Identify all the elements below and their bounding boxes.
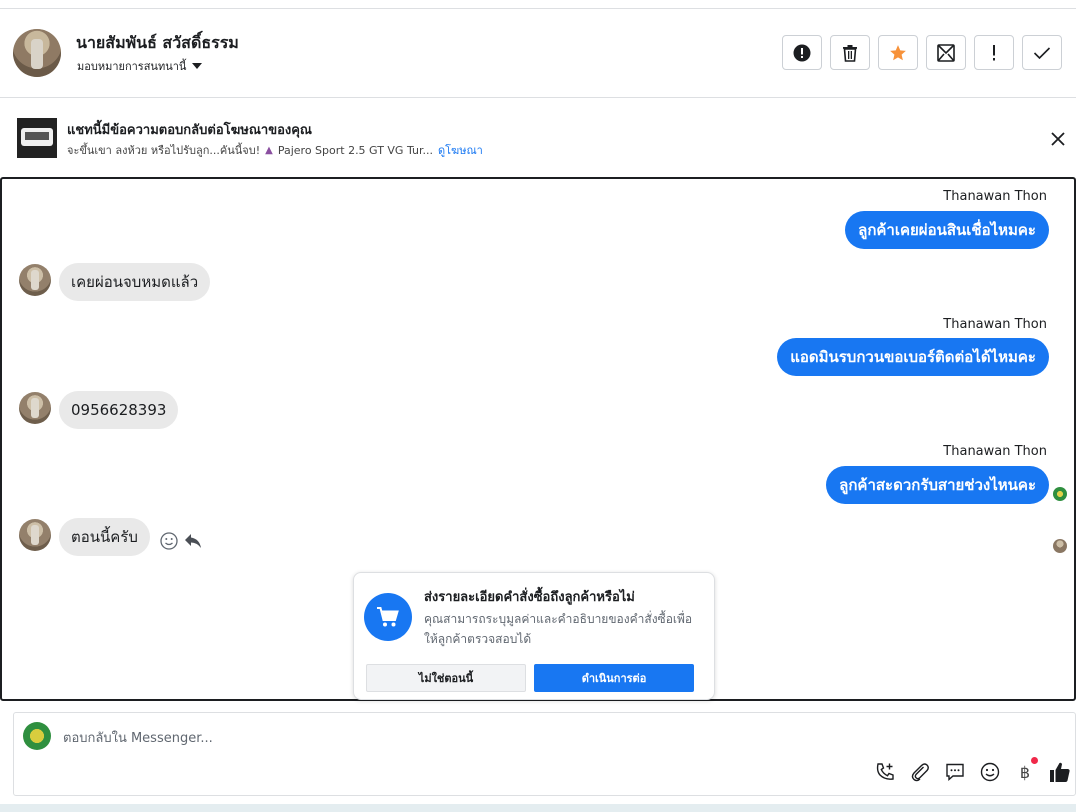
conversation-header: นายสัมพันธ์ สวัสดิ์ธรรม มอบหมายการสนทนาน… xyxy=(0,9,1076,98)
notification-dot xyxy=(1031,757,1038,764)
message-composer: ตอบกลับใน Messenger... ฿ xyxy=(13,712,1076,796)
phone-plus-icon xyxy=(876,763,894,780)
exclamation-icon xyxy=(993,44,995,60)
page-avatar xyxy=(23,722,51,750)
contact-avatar-small xyxy=(19,519,51,551)
paperclip-icon xyxy=(911,763,929,782)
outgoing-message[interactable]: ลูกค้าเคยผ่อนสินเชื่อไหมคะ xyxy=(845,211,1049,249)
contact-avatar[interactable] xyxy=(13,29,61,77)
outgoing-message[interactable]: แอดมินรบกวนขอเบอร์ติดต่อได้ไหมคะ xyxy=(777,338,1049,376)
mark-unread-icon xyxy=(937,43,955,62)
ad-thumbnail[interactable] xyxy=(17,118,57,158)
incoming-message[interactable]: เคยผ่อนจบหมดแล้ว xyxy=(59,263,211,301)
star-button[interactable] xyxy=(878,35,918,70)
report-icon xyxy=(793,44,811,61)
mark-important-button[interactable] xyxy=(974,35,1014,70)
outgoing-message[interactable]: ลูกค้าสะดวกรับสายช่วงไหนคะ xyxy=(826,466,1049,504)
ad-caption: จะขึ้นเขา ลงห้วย หรือไปรับลูก...คันนี้จบ… xyxy=(67,144,261,157)
cart-icon xyxy=(364,593,412,641)
star-icon xyxy=(890,44,906,60)
message-sender-name: Thanawan Thon xyxy=(943,189,1047,204)
reply-input[interactable]: ตอบกลับใน Messenger... xyxy=(63,727,213,748)
message-hover-actions xyxy=(160,532,202,550)
seen-by-contact-avatar xyxy=(1053,539,1067,553)
emoji-icon xyxy=(980,762,1000,782)
saved-replies-icon xyxy=(946,763,964,782)
order-prompt-description: คุณสามารถระบุมูลค่าและคำอธิบายของคำสั่งซ… xyxy=(424,612,693,646)
reply-icon[interactable] xyxy=(184,533,202,549)
ad-banner-title: แชทนี้มีข้อความตอบกลับต่อโฆษณาของคุณ xyxy=(67,123,312,138)
ad-car-model: Pajero Sport 2.5 GT VG Tur... xyxy=(277,143,433,157)
thumbs-up-icon xyxy=(1050,762,1070,782)
mark-unread-button[interactable] xyxy=(926,35,966,70)
report-button[interactable] xyxy=(782,35,822,70)
continue-button[interactable]: ดำเนินการต่อ xyxy=(534,664,694,692)
ad-reply-banner: แชทนี้มีข้อความตอบกลับต่อโฆษณาของคุณ จะข… xyxy=(0,98,1076,178)
baht-payment-icon: ฿ xyxy=(1019,762,1031,782)
not-now-button[interactable]: ไม่ใช่ตอนนี้ xyxy=(366,664,526,692)
checkmark-icon xyxy=(1033,46,1051,59)
car-icon: ▲ xyxy=(265,144,273,156)
message-sender-name: Thanawan Thon xyxy=(943,317,1047,332)
send-order-prompt: ส่งรายละเอียดคำสั่งซื้อถึงลูกค้าหรือไม่ … xyxy=(353,572,715,700)
order-prompt-title: ส่งรายละเอียดคำสั่งซื้อถึงลูกค้าหรือไม่ xyxy=(424,590,635,605)
contact-avatar-small xyxy=(19,264,51,296)
delete-button[interactable] xyxy=(830,35,870,70)
payment-button[interactable]: ฿ xyxy=(1014,757,1038,783)
react-emoji-icon[interactable] xyxy=(160,532,178,550)
mark-done-button[interactable] xyxy=(1022,35,1062,70)
view-ad-link[interactable]: ดูโฆษณา xyxy=(438,141,483,159)
emoji-button[interactable] xyxy=(979,761,1001,783)
attach-button[interactable] xyxy=(909,761,931,783)
like-button[interactable] xyxy=(1049,761,1071,783)
incoming-message[interactable]: 0956628393 xyxy=(59,391,179,429)
saved-replies-button[interactable] xyxy=(944,761,966,783)
conversation-actions xyxy=(782,35,1062,70)
contact-avatar-small xyxy=(19,392,51,424)
call-button[interactable] xyxy=(874,761,896,783)
assign-conversation-dropdown[interactable]: มอบหมายการสนทนานี้ xyxy=(77,57,203,75)
message-sender-name: Thanawan Thon xyxy=(943,444,1047,459)
composer-toolbar: ฿ xyxy=(874,757,1071,783)
bottom-strip xyxy=(0,804,1076,812)
caret-down-icon xyxy=(192,63,203,69)
trash-icon xyxy=(843,44,857,62)
seen-by-page-avatar xyxy=(1053,487,1067,501)
close-icon[interactable] xyxy=(1049,130,1067,148)
ad-banner-subtitle: จะขึ้นเขา ลงห้วย หรือไปรับลูก...คันนี้จบ… xyxy=(67,141,483,159)
incoming-message[interactable]: ตอนนี้ครับ xyxy=(59,518,150,556)
contact-name[interactable]: นายสัมพันธ์ สวัสดิ์ธรรม xyxy=(76,31,239,56)
assign-label: มอบหมายการสนทนานี้ xyxy=(77,60,187,73)
